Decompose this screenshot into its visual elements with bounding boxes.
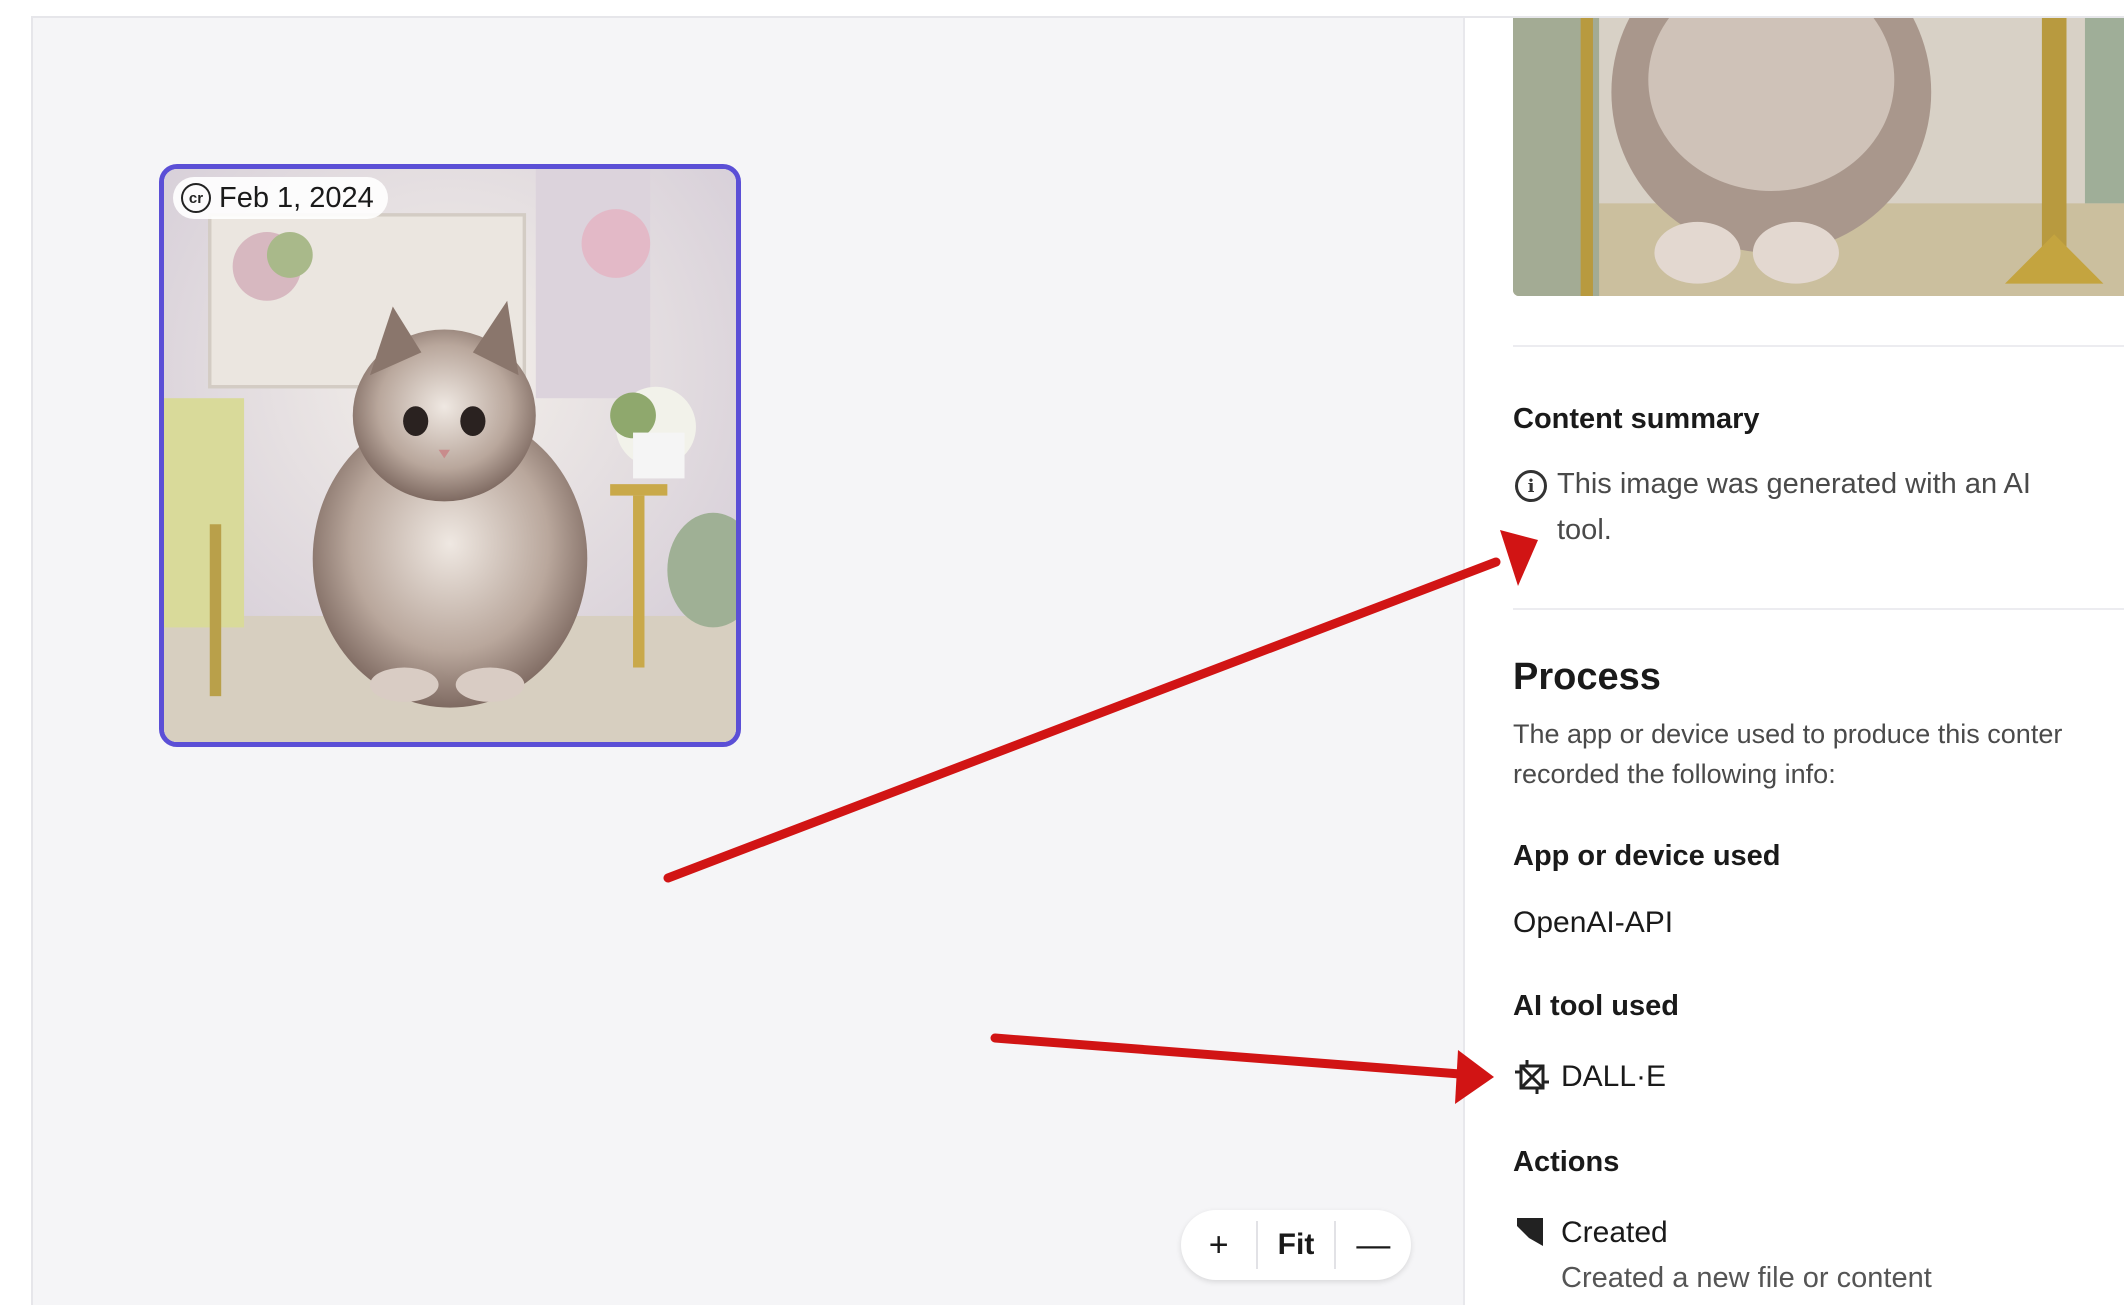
action-created-title: Created [1561, 1216, 1668, 1249]
section-divider [1513, 345, 2124, 347]
zoom-fit-button[interactable]: Fit [1258, 1210, 1333, 1280]
content-summary-line2: tool. [1557, 514, 1612, 546]
process-description-line2: recorded the following info: [1513, 759, 1836, 789]
image-canvas: cr Feb 1, 2024 + Fit — [33, 18, 1463, 1305]
selected-image-thumbnail[interactable]: cr Feb 1, 2024 [159, 164, 741, 747]
date-label: Feb 1, 2024 [219, 181, 374, 214]
app-used-value: OpenAI-API [1513, 906, 1674, 939]
ai-tool-icon [1515, 1060, 1549, 1094]
content-credentials-icon: cr [181, 183, 211, 213]
cat-image [164, 169, 736, 742]
content-summary-heading: Content summary [1513, 403, 1760, 435]
image-preview [1513, 18, 2124, 296]
app-frame: cr Feb 1, 2024 + Fit — Content summary i… [31, 16, 2124, 1305]
app-used-heading: App or device used [1513, 840, 1781, 872]
content-summary-line1: This image was generated with an AI [1557, 468, 2031, 500]
ai-tool-value: DALL·E [1561, 1060, 1667, 1093]
ai-tool-heading: AI tool used [1513, 990, 1679, 1022]
process-description-line1: The app or device used to produce this c… [1513, 719, 2063, 749]
zoom-in-button[interactable]: + [1181, 1210, 1256, 1280]
action-created-description: Created a new file or content [1561, 1262, 1932, 1294]
actions-heading: Actions [1513, 1146, 1620, 1178]
zoom-controls: + Fit — [1181, 1210, 1411, 1280]
section-divider [1513, 608, 2124, 610]
cat-preview-image [1513, 18, 2124, 296]
created-action-icon [1517, 1218, 1543, 1246]
zoom-out-button[interactable]: — [1336, 1210, 1411, 1280]
process-heading: Process [1513, 656, 1661, 698]
date-chip: cr Feb 1, 2024 [173, 177, 388, 219]
info-icon: i [1515, 470, 1547, 502]
details-panel: Content summary i This image was generat… [1463, 18, 2124, 1305]
